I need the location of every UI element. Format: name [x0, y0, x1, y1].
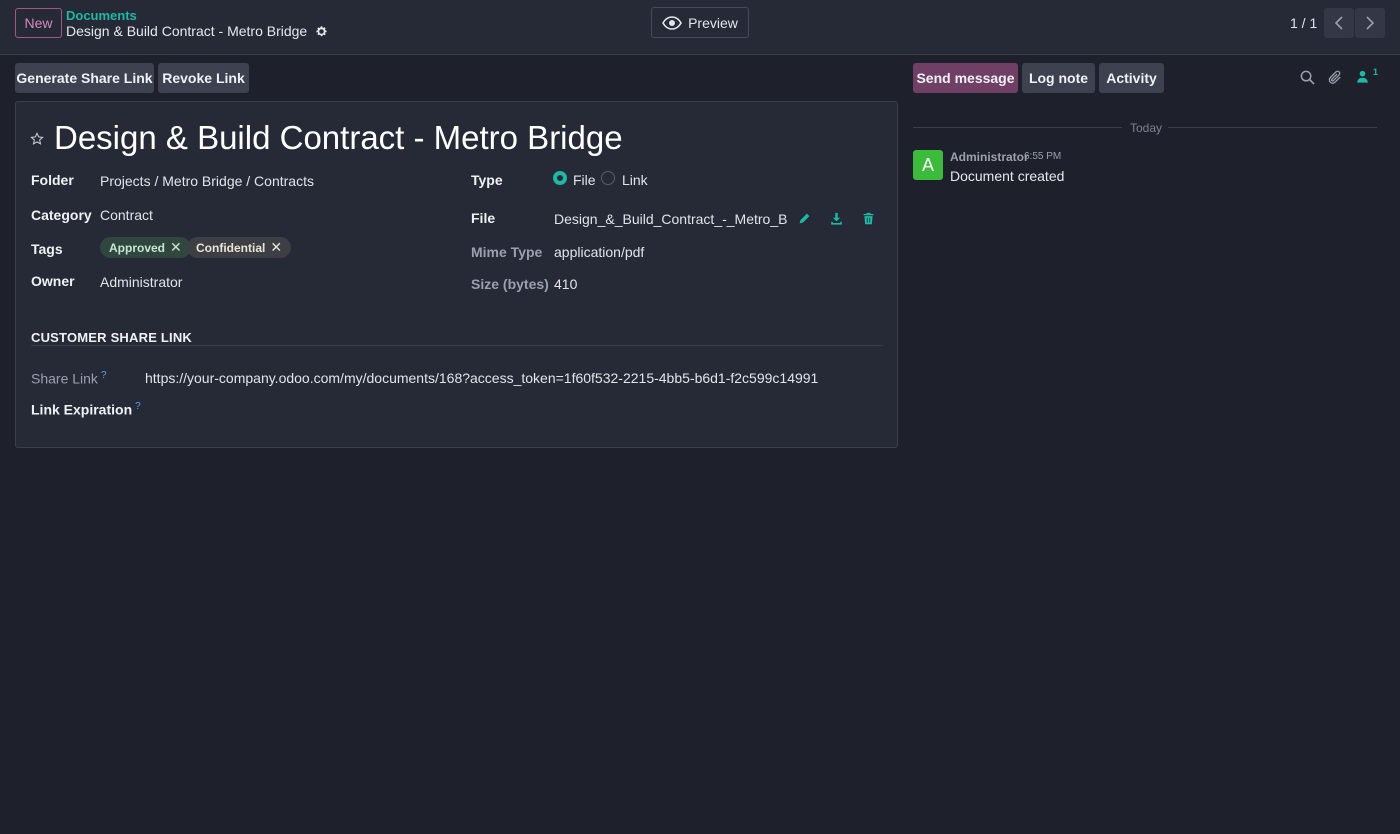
size-label: Size (bytes) [471, 276, 549, 292]
share-link-value[interactable]: https://your-company.odoo.com/my/documen… [145, 370, 818, 386]
revoke-link-button[interactable]: Revoke Link [158, 63, 249, 93]
owner-label: Owner [31, 273, 75, 289]
document-title[interactable]: Design & Build Contract - Metro Bridge [54, 119, 623, 157]
new-button[interactable]: New [15, 8, 62, 38]
remove-tag-icon[interactable]: ✕ [170, 239, 182, 256]
customer-share-link-heading: CUSTOMER SHARE LINK [31, 330, 193, 345]
breadcrumb-documents[interactable]: Documents [66, 8, 137, 23]
pencil-icon[interactable] [798, 212, 811, 225]
paperclip-icon[interactable] [1328, 70, 1343, 85]
tag-confidential: Confidential ✕ [187, 237, 292, 258]
gear-icon[interactable] [315, 25, 328, 38]
eye-icon [662, 15, 683, 30]
chevron-left-icon [1334, 16, 1343, 30]
category-value[interactable]: Contract [100, 207, 153, 223]
tag-label: Confidential [196, 240, 266, 255]
size-value: 410 [554, 276, 578, 292]
avatar[interactable]: A [913, 150, 943, 180]
breadcrumb-current: Design & Build Contract - Metro Bridge [66, 23, 328, 39]
preview-button[interactable]: Preview [651, 7, 749, 38]
pager-next-button[interactable] [1355, 8, 1385, 38]
pager-value[interactable]: 1 / 1 [1290, 15, 1317, 31]
link-expiration-label-text: Link Expiration [31, 401, 133, 418]
pager-previous-button[interactable] [1324, 8, 1354, 38]
folder-value[interactable]: Projects / Metro Bridge / Contracts [100, 173, 314, 189]
type-label: Type [471, 172, 503, 188]
breadcrumb-current-label: Design & Build Contract - Metro Bridge [66, 23, 308, 39]
type-link-radio[interactable] [601, 171, 615, 185]
help-tooltip-icon[interactable]: ? [101, 370, 107, 381]
tag-approved: Approved ✕ [100, 237, 191, 258]
day-separator-line [913, 127, 1122, 128]
link-expiration-label: Link Expiration? [31, 401, 141, 418]
download-icon[interactable] [830, 212, 843, 225]
share-link-label: Share Link? [31, 370, 107, 387]
activity-button[interactable]: Activity [1099, 63, 1164, 93]
type-file-label[interactable]: File [573, 172, 596, 188]
type-link-label[interactable]: Link [622, 172, 648, 188]
control-panel: New Documents Design & Build Contract - … [0, 0, 1400, 55]
mime-type-label: Mime Type [471, 244, 543, 260]
remove-tag-icon[interactable]: ✕ [270, 239, 282, 256]
form-sheet: Design & Build Contract - Metro Bridge F… [15, 101, 898, 448]
log-note-button[interactable]: Log note [1022, 63, 1095, 93]
mime-type-value: application/pdf [554, 244, 645, 260]
day-separator-label: Today [1130, 121, 1163, 135]
tags-label: Tags [31, 241, 63, 257]
day-separator-line [1168, 127, 1377, 128]
generate-share-link-button[interactable]: Generate Share Link [15, 63, 154, 93]
type-file-radio[interactable] [553, 171, 567, 185]
follower-count: 1 [1373, 67, 1379, 77]
send-message-button[interactable]: Send message [913, 63, 1018, 93]
folder-label: Folder [31, 172, 74, 188]
tag-label: Approved [109, 240, 166, 255]
trash-icon[interactable] [862, 212, 875, 225]
file-label: File [471, 210, 496, 226]
share-link-label-text: Share Link [31, 370, 98, 387]
help-tooltip-icon[interactable]: ? [135, 401, 141, 412]
message-body: Document created [950, 168, 1065, 184]
message-author[interactable]: Administrator [950, 150, 1029, 164]
star-icon[interactable] [30, 132, 44, 146]
owner-value[interactable]: Administrator [100, 274, 182, 290]
user-icon[interactable] [1356, 70, 1369, 83]
search-icon[interactable] [1300, 70, 1315, 85]
section-divider [31, 345, 882, 346]
file-value[interactable]: Design_&_Build_Contract_-_Metro_Bridg [554, 211, 787, 227]
chevron-right-icon [1366, 16, 1375, 30]
preview-label: Preview [688, 14, 738, 31]
message-time: 6:55 PM [1024, 151, 1062, 162]
category-label: Category [31, 207, 92, 223]
